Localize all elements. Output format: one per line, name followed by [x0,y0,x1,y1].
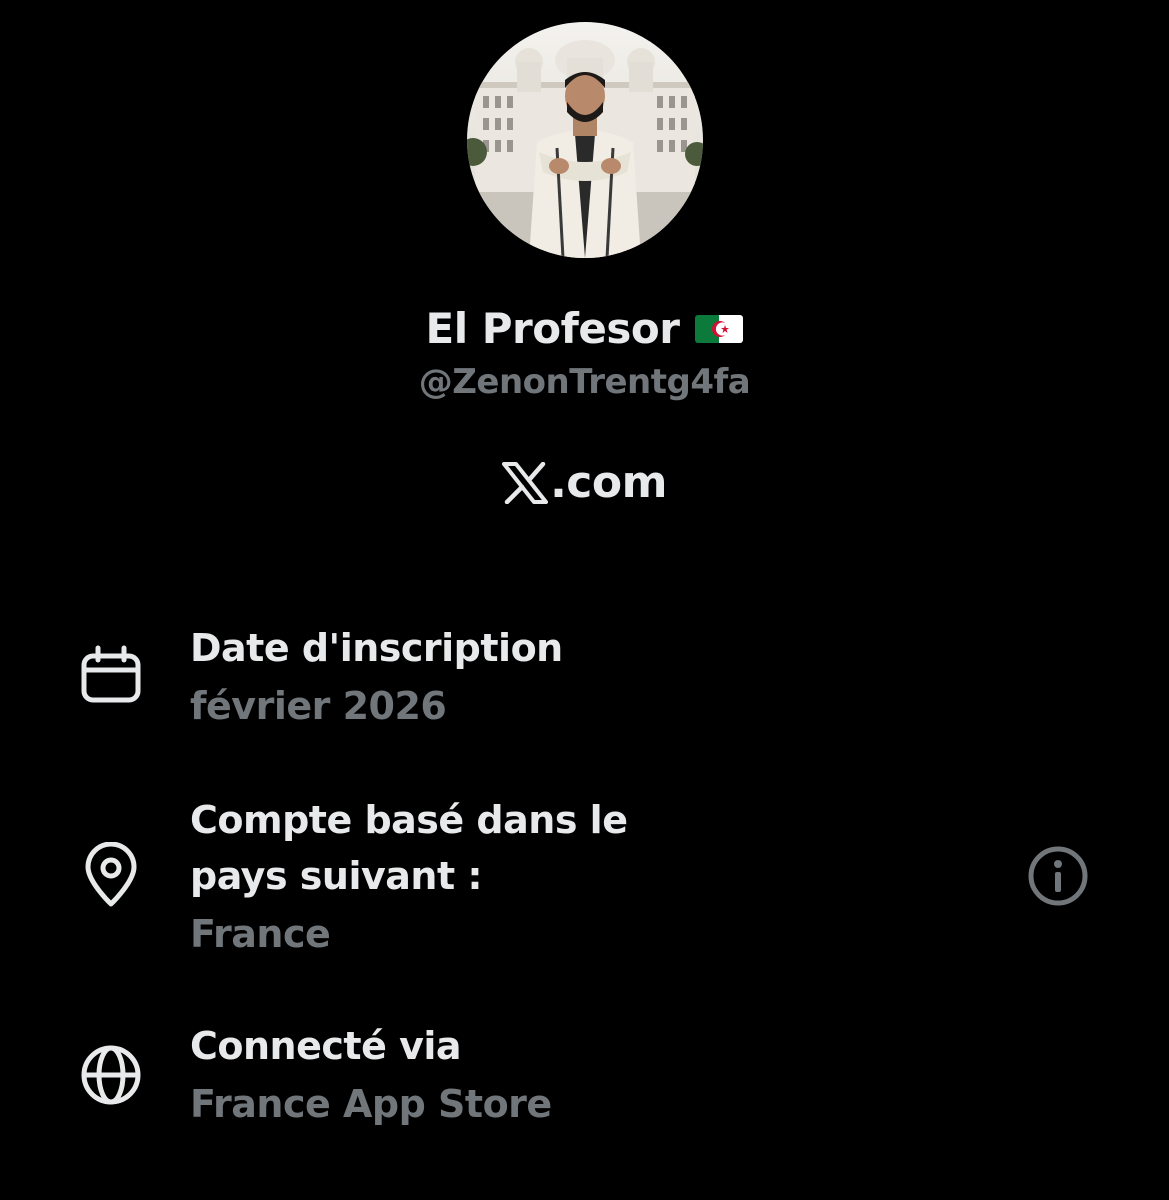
profile-handle[interactable]: @ZenonTrentg4fa [0,362,1169,402]
globe-icon [81,1045,141,1105]
location-title-line2: pays suivant : [190,854,483,898]
x-logo-icon [502,462,549,504]
location-pin-icon [85,842,137,907]
location-value: France [190,912,331,956]
site-link[interactable]: .com [0,452,1169,512]
connected-row: Connecté via France App Store [0,1018,1169,1138]
profile-avatar[interactable] [467,22,703,258]
location-title-line1: Compte basé dans le [190,798,628,842]
profile-photo [467,22,703,258]
site-domain: .com [550,456,667,508]
joined-row: Date d'inscription février 2026 [0,620,1169,740]
location-row: Compte basé dans le pays suivant : Franc… [0,792,1169,972]
connected-value: France App Store [190,1082,552,1126]
algeria-flag-icon [695,315,744,343]
joined-title: Date d'inscription [190,626,563,670]
profile-name-row: El Profesor [0,298,1169,358]
info-icon[interactable] [1024,842,1092,910]
display-name: El Profesor [425,303,680,353]
joined-value: février 2026 [190,684,447,728]
connected-title: Connecté via [190,1024,462,1068]
calendar-icon [81,645,141,703]
